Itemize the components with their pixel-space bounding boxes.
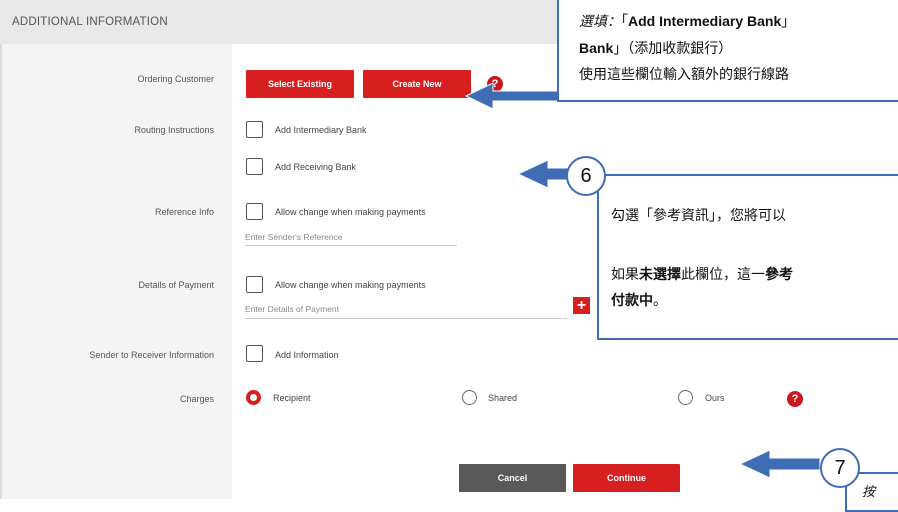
callout-6-line3: 付款中。 (611, 290, 667, 310)
callout-top-open-bracket: 「 (621, 14, 628, 30)
callout-6-line1: 勾選「參考資訊」，您將可以 (611, 208, 786, 224)
arrow-to-create-new (464, 82, 561, 110)
callout-top-close-bracket: 」 (781, 14, 796, 30)
callout-top-intermediary: Add Intermediary Bank (628, 13, 782, 29)
callout-top-line1: 選填：「Add Intermediary Bank」 (579, 11, 795, 31)
callout-top-line2: Bank」（添加收款銀行） (579, 38, 732, 58)
callout-top-line3: 使用這些欄位輸入額外的銀行線路 (579, 67, 789, 83)
callout-7-line1: 按 (862, 485, 876, 500)
callout-top-optional: 選填： (579, 14, 621, 30)
callout-6-in-payment: 付款中 (611, 293, 653, 309)
callout-6-reference: 參考 (765, 267, 793, 283)
callout-7-badge: 7 (820, 448, 860, 488)
callout-6-not-selected: 未選擇 (639, 267, 681, 283)
callout-6 (597, 174, 898, 340)
callout-top-receiving: 」（添加收款銀行） (613, 41, 733, 57)
callout-top-bank: Bank (579, 40, 614, 56)
callout-6-badge: 6 (566, 156, 606, 196)
callout-6-text-b: 此欄位，這一 (681, 267, 765, 283)
callout-6-text-a: 如果 (611, 267, 639, 283)
callout-6-line2: 如果未選擇此欄位，這一參考 (611, 264, 793, 284)
callout-6-period: 。 (653, 293, 667, 309)
arrow-to-continue (738, 449, 821, 479)
